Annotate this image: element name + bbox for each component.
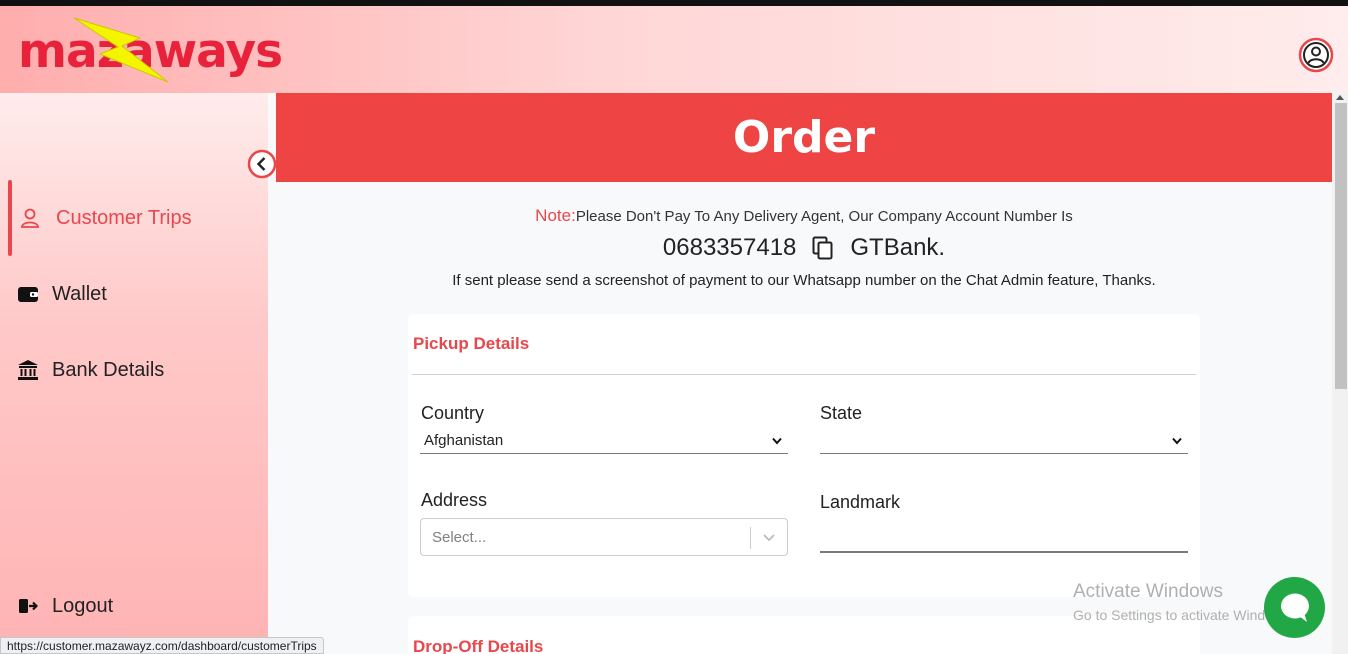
chat-bubble-icon [1280, 593, 1309, 622]
brand-logo[interactable]: mazaways [18, 16, 283, 88]
chat-admin-button[interactable] [1264, 577, 1325, 638]
logout-button[interactable]: Logout [0, 576, 268, 636]
select-separator [750, 527, 751, 549]
landmark-input[interactable] [820, 551, 1188, 553]
app-header: mazaways [0, 6, 1348, 93]
chevron-left-icon[interactable] [247, 149, 277, 179]
sidebar-item-bank-details[interactable]: Bank Details [0, 340, 268, 400]
landmark-label: Landmark [820, 492, 901, 512]
vertical-scrollbar[interactable] [1332, 93, 1348, 654]
payment-note: Note:Please Don't Pay To Any Delivery Ag… [276, 206, 1332, 226]
dropoff-details-title: Drop-Off Details [413, 637, 544, 654]
account-info: 0683357418 GTBank. [276, 234, 1332, 262]
lightning-bolt-icon [73, 17, 169, 83]
country-value: Afghanistan [424, 432, 504, 449]
sidebar: Customer Trips Wallet Bank Details Logou… [0, 93, 268, 654]
bank-name: GTBank. [850, 234, 946, 261]
wallet-icon [16, 282, 40, 306]
page-title: Order [732, 112, 876, 163]
scroll-up-arrow-icon[interactable] [1336, 95, 1344, 100]
divider [412, 374, 1196, 375]
bank-icon [16, 358, 40, 382]
account-number: 0683357418 [662, 234, 797, 261]
copy-icon[interactable] [812, 236, 834, 260]
sidebar-item-label: Wallet [52, 282, 107, 305]
logout-label: Logout [52, 594, 114, 617]
browser-status-url: https://customer.mazawayz.com/dashboard/… [0, 637, 324, 654]
logout-icon [16, 594, 40, 618]
user-circle-icon[interactable] [1298, 37, 1334, 73]
sidebar-item-wallet[interactable]: Wallet [0, 264, 268, 324]
address-label: Address [421, 490, 488, 510]
address-placeholder: Select... [432, 529, 487, 546]
page-header: Order [276, 93, 1332, 182]
address-select[interactable]: Select... [420, 518, 788, 556]
note-text: Please Don't Pay To Any Delivery Agent, … [575, 208, 1073, 225]
note-tag: Note: [535, 206, 576, 225]
chevron-down-icon[interactable] [762, 533, 776, 543]
user-icon [18, 206, 42, 230]
sidebar-item-customer-trips[interactable]: Customer Trips [0, 188, 268, 248]
sidebar-item-label: Customer Trips [56, 206, 192, 229]
state-select[interactable] [820, 428, 1188, 454]
screenshot-instruction: If sent please send a screenshot of paym… [452, 272, 1156, 289]
scrollbar-thumb[interactable] [1335, 103, 1347, 389]
chevron-down-icon [772, 437, 782, 445]
country-label: Country [421, 403, 485, 423]
sidebar-item-label: Bank Details [52, 358, 165, 381]
state-label: State [820, 403, 863, 423]
dropoff-details-card: Drop-Off Details [408, 616, 1200, 654]
country-select[interactable]: Afghanistan [420, 428, 788, 454]
chevron-down-icon [1172, 437, 1182, 445]
pickup-details-title: Pickup Details [413, 334, 530, 353]
pickup-details-card: Pickup Details Country Afghanistan State… [408, 314, 1200, 597]
